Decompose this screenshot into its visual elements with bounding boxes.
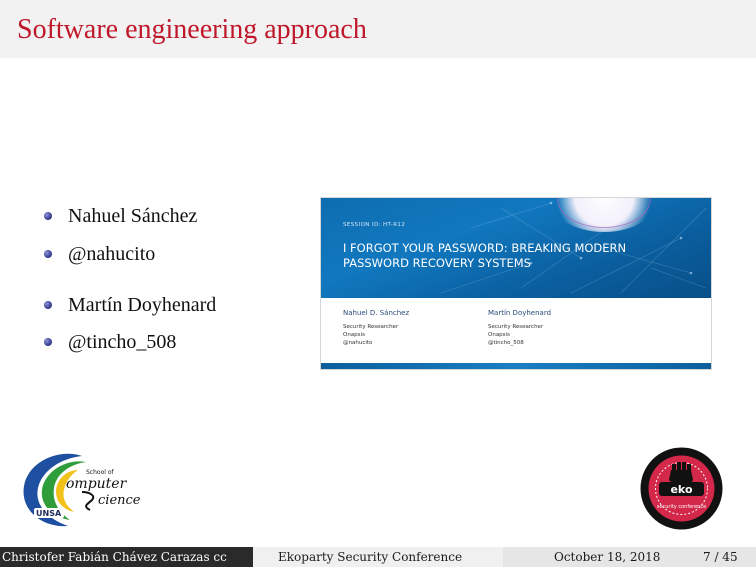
paper-author-org: Onapsis bbox=[488, 332, 510, 338]
bullet-text: Nahuel Sánchez bbox=[68, 204, 198, 227]
paper-author-role: Security Researcher bbox=[488, 324, 544, 330]
bullet-text: @nahucito bbox=[68, 242, 156, 265]
paper-banner: SESSION ID: HT-R12 I FORGOT YOUR PASSWOR… bbox=[321, 198, 711, 298]
ekoparty-logo: eko security conference bbox=[640, 447, 723, 530]
page-number: 7 / 45 bbox=[703, 550, 738, 564]
footer-date: October 18, 2018 bbox=[554, 550, 661, 564]
svg-text:omputer: omputer bbox=[66, 476, 128, 492]
paper-bottom-strip bbox=[321, 363, 711, 369]
footer-event-block: Ekoparty Security Conference bbox=[253, 547, 503, 567]
bullet-text: Martín Doyhenard bbox=[68, 293, 217, 316]
svg-text:cience: cience bbox=[98, 493, 140, 508]
list-item: Nahuel Sánchez bbox=[44, 203, 197, 229]
bullet-text: @tincho_508 bbox=[68, 330, 177, 353]
paper-heading: I FORGOT YOUR PASSWORD: BREAKING MODERN … bbox=[343, 241, 627, 270]
list-item: @nahucito bbox=[44, 241, 155, 267]
list-item: Martín Doyhenard bbox=[44, 292, 216, 318]
school-of-computer-science-logo: School of omputer cience UNSA bbox=[23, 453, 140, 527]
paper-author-org: Onapsis bbox=[343, 332, 365, 338]
paper-author-role: Security Researcher bbox=[343, 324, 399, 330]
paper-author-handle: @tincho_508 bbox=[488, 340, 524, 346]
paper-session-id: SESSION ID: HT-R12 bbox=[343, 222, 406, 228]
svg-text:security conference: security conference bbox=[657, 504, 706, 510]
slide-title: Software engineering approach bbox=[17, 14, 367, 45]
paper-author-handle: @nahucito bbox=[343, 340, 373, 346]
svg-text:School of: School of bbox=[86, 469, 114, 476]
paper-author-name: Nahuel D. Sánchez bbox=[343, 309, 410, 317]
bullet-icon bbox=[44, 338, 52, 346]
bullet-icon bbox=[44, 212, 52, 220]
footer: Christofer Fabián Chávez Carazas cc Ekop… bbox=[0, 547, 756, 567]
footer-author: Christofer Fabián Chávez Carazas cc bbox=[2, 550, 227, 564]
list-item: @tincho_508 bbox=[44, 329, 176, 355]
bullet-icon bbox=[44, 250, 52, 258]
bullet-icon bbox=[44, 301, 52, 309]
footer-date-block: October 18, 2018 7 / 45 bbox=[503, 547, 756, 567]
paper-author-name: Martín Doyhenard bbox=[488, 309, 552, 317]
footer-author-block: Christofer Fabián Chávez Carazas cc bbox=[0, 547, 253, 567]
svg-text:UNSA: UNSA bbox=[36, 509, 62, 518]
title-bar: Software engineering approach bbox=[0, 0, 756, 58]
footer-event: Ekoparty Security Conference bbox=[278, 550, 463, 564]
svg-text:eko: eko bbox=[670, 483, 692, 496]
paper-thumbnail: SESSION ID: HT-R12 I FORGOT YOUR PASSWOR… bbox=[320, 197, 712, 370]
